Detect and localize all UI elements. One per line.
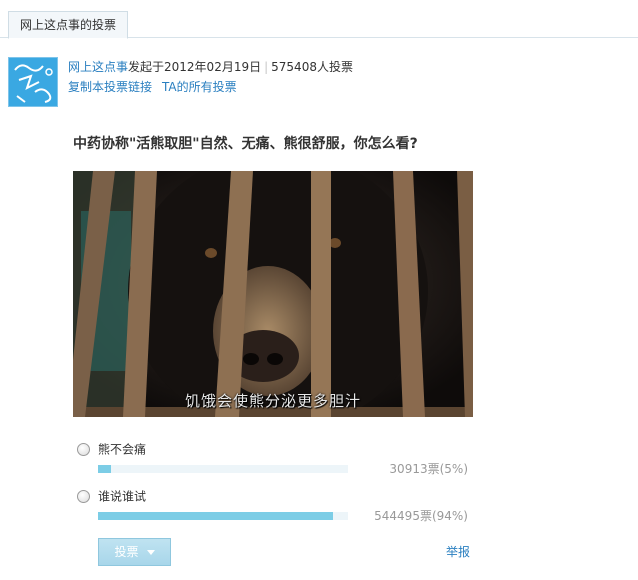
vote-links: 复制本投票链接 TA的所有投票 <box>68 79 237 95</box>
tab-bar: 网上这点事的投票 <box>0 0 638 39</box>
all-votes-link[interactable]: TA的所有投票 <box>162 80 237 94</box>
avatar[interactable] <box>8 57 58 107</box>
tab-votes[interactable]: 网上这点事的投票 <box>8 11 129 39</box>
image-subtitle: 饥饿会使熊分泌更多胆汁 <box>184 392 361 410</box>
vote-question: 中药协称"活熊取胆"自然、无痛、熊很舒服，你怎么看? <box>73 136 418 152</box>
option-2-bar <box>98 512 348 520</box>
option-label: 谁说谁试 <box>98 489 147 504</box>
option-1-bar-fill <box>98 465 111 473</box>
vote-image: 饥饿会使熊分泌更多胆汁 <box>73 171 473 417</box>
author-link[interactable]: 网上这点事 <box>68 60 128 74</box>
meta-separator: | <box>264 60 269 74</box>
bear-photo <box>73 171 473 417</box>
vote-option-1[interactable]: 熊不会痛 <box>77 441 146 459</box>
vote-meta: 网上这点事发起于2012年02月19日 | 575408人投票 <box>68 59 353 75</box>
vote-option-2[interactable]: 谁说谁试 <box>77 488 146 506</box>
started-date: 发起于2012年02月19日 <box>128 60 262 74</box>
radio-button-icon[interactable] <box>77 490 90 503</box>
radio-button-icon[interactable] <box>77 443 90 456</box>
vote-button[interactable]: 投票 <box>98 538 171 566</box>
option-label: 熊不会痛 <box>98 442 147 457</box>
report-link[interactable]: 举报 <box>446 544 470 560</box>
caret-down-icon <box>146 550 155 555</box>
copy-vote-link[interactable]: 复制本投票链接 <box>68 80 152 94</box>
option-1-bar <box>98 465 348 473</box>
vote-button-label: 投票 <box>114 545 139 559</box>
option-1-count: 30913票(5%) <box>389 462 468 476</box>
avatar-logo <box>9 58 57 106</box>
option-2-count: 544495票(94%) <box>374 509 468 523</box>
total-votes: 575408人投票 <box>271 60 353 74</box>
option-2-bar-fill <box>98 512 333 520</box>
